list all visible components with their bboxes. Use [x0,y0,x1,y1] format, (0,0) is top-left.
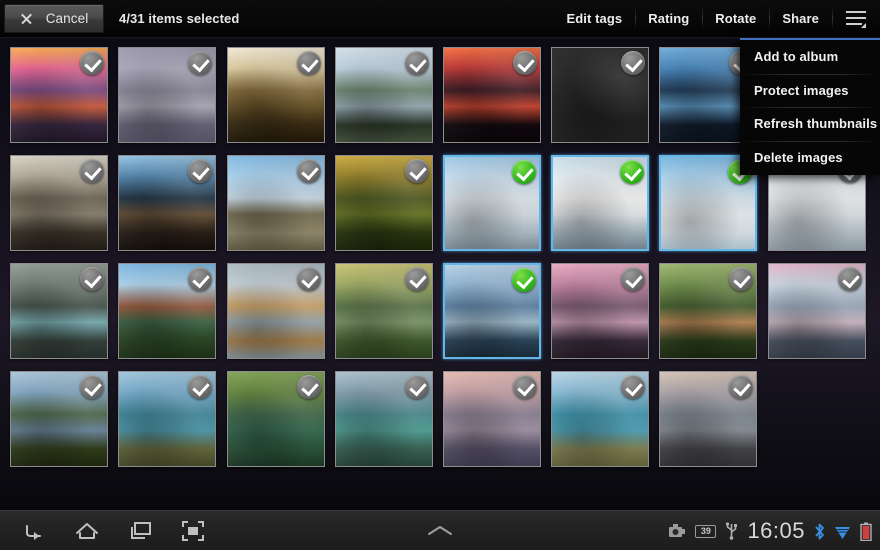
thumbnail-snowy-mountain-hut[interactable] [443,155,541,251]
thumbnail-horse-in-golden-field[interactable] [227,47,325,143]
cancel-button[interactable]: Cancel [4,4,104,33]
thumbnail-trees-by-the-shore[interactable] [10,371,108,467]
thumbnail-turquoise-river-rocks[interactable] [10,263,108,359]
checkmark-unselected-icon[interactable] [188,159,212,183]
checkmark-unselected-icon[interactable] [838,267,862,291]
thumbnail-dramatic-clouds-over-lake[interactable] [551,47,649,143]
checkmark-unselected-icon[interactable] [621,267,645,291]
thumbnail-bare-trees-red-sunset[interactable] [443,47,541,143]
back-button[interactable] [6,511,60,550]
thumbnail-row [0,263,880,371]
thumbnail-sunset-lake-purple-mountains[interactable] [10,47,108,143]
wifi-icon [835,526,850,539]
checkmark-unselected-icon[interactable] [80,267,104,291]
action-buttons: Edit tags Rating Rotate Share [553,0,832,37]
checkmark-unselected-icon[interactable] [621,51,645,75]
menu-item[interactable]: Delete images [740,140,880,175]
thumbnail-autumn-golden-forest[interactable] [335,155,433,251]
thumbnail-wooden-piers-on-lake[interactable] [227,263,325,359]
bluetooth-icon [815,523,824,539]
thumbnail-coastal-bay-aerial[interactable] [118,371,216,467]
selection-status-text: 4/31 items selected [119,11,240,26]
recent-apps-icon [131,522,151,539]
home-button[interactable] [60,511,114,550]
checkmark-unselected-icon[interactable] [405,159,429,183]
recent-apps-button[interactable] [114,511,168,550]
checkmark-unselected-icon[interactable] [405,375,429,399]
thumbnail-autumn-trees-lake-shore[interactable] [335,263,433,359]
clock: 16:05 [747,518,805,543]
dropdown-caret-icon [861,22,866,28]
system-navigation-bar: 39 16:05 [0,510,880,550]
overflow-menu-button[interactable] [832,0,880,37]
thumbnail-chapel-reflected-in-lake[interactable] [335,47,433,143]
screenshot-icon [182,521,204,541]
menu-item[interactable]: Protect images [740,73,880,108]
thumbnail-wooden-boat-in-reeds[interactable] [659,263,757,359]
checkmark-unselected-icon[interactable] [513,51,537,75]
back-arrow-icon [26,525,41,540]
thumbnail-bled-island-church-mountains[interactable] [443,263,541,359]
action-rotate[interactable]: Rotate [702,0,769,37]
checkmark-unselected-icon[interactable] [188,267,212,291]
checkmark-unselected-icon[interactable] [405,267,429,291]
thumbnail-green-pool-aerial[interactable] [227,371,325,467]
checkmark-unselected-icon[interactable] [729,375,753,399]
thumbnail-pink-dawn-island-church[interactable] [551,263,649,359]
thumbnail-misty-pink-lake-horizon[interactable] [443,371,541,467]
checkmark-unselected-icon[interactable] [297,159,321,183]
checkmark-unselected-icon[interactable] [80,51,104,75]
checkmark-unselected-icon[interactable] [513,375,537,399]
thumbnail-sunbeams-through-trees[interactable] [10,155,108,251]
hamburger-menu-icon [846,10,866,28]
checkmark-unselected-icon[interactable] [80,159,104,183]
status-icons[interactable]: 39 16:05 [668,511,872,550]
menu-item[interactable]: Add to album [740,40,880,74]
overflow-dropdown-menu: Add to album Protect images Refresh thumbn… [740,38,880,175]
checkmark-unselected-icon[interactable] [405,51,429,75]
thumbnail-pine-tree-blue-sky-field[interactable] [227,155,325,251]
checkmark-unselected-icon[interactable] [297,267,321,291]
checkmark-unselected-icon[interactable] [729,267,753,291]
action-bar: Cancel 4/31 items selected Edit tags Rati… [0,0,880,37]
thumbnail-foggy-pine-forest[interactable] [118,47,216,143]
gallery-selection-screen: Cancel 4/31 items selected Edit tags Rati… [0,0,880,550]
thumbnail-lakeside-village-red-roofs[interactable] [118,263,216,359]
checkmark-unselected-icon[interactable] [621,375,645,399]
action-edit-tags[interactable]: Edit tags [553,0,635,37]
checkmark-unselected-icon[interactable] [188,51,212,75]
thumbnail-row [0,371,880,479]
checkmark-unselected-icon[interactable] [80,375,104,399]
camera-icon [669,524,686,537]
battery-low-icon [860,522,872,541]
action-share[interactable]: Share [769,0,832,37]
thumbnail-forest-backlit-trunks[interactable] [118,155,216,251]
checkmark-selected-icon[interactable] [512,268,536,292]
action-rating[interactable]: Rating [635,0,702,37]
expand-statusbar-button[interactable] [407,511,473,550]
checkmark-unselected-icon[interactable] [297,375,321,399]
cancel-button-label: Cancel [45,11,89,26]
close-icon [20,12,33,25]
menu-item[interactable]: Refresh thumbnails [740,107,880,141]
screenshot-button[interactable] [166,511,220,550]
notification-count-badge: 39 [695,524,717,538]
checkmark-selected-icon[interactable] [620,160,644,184]
home-icon [76,523,98,539]
chevron-up-icon [428,526,452,535]
usb-icon [726,522,738,540]
checkmark-unselected-icon[interactable] [297,51,321,75]
thumbnail-rocky-islet-at-dusk[interactable] [659,371,757,467]
thumbnail-snow-covered-fir-trees[interactable] [551,155,649,251]
checkmark-unselected-icon[interactable] [188,375,212,399]
thumbnail-pink-clouds-reflection-lake[interactable] [768,263,866,359]
thumbnail-cliff-rock-turquoise-sea[interactable] [335,371,433,467]
thumbnail-tropical-beach-tree[interactable] [551,371,649,467]
checkmark-selected-icon[interactable] [512,160,536,184]
